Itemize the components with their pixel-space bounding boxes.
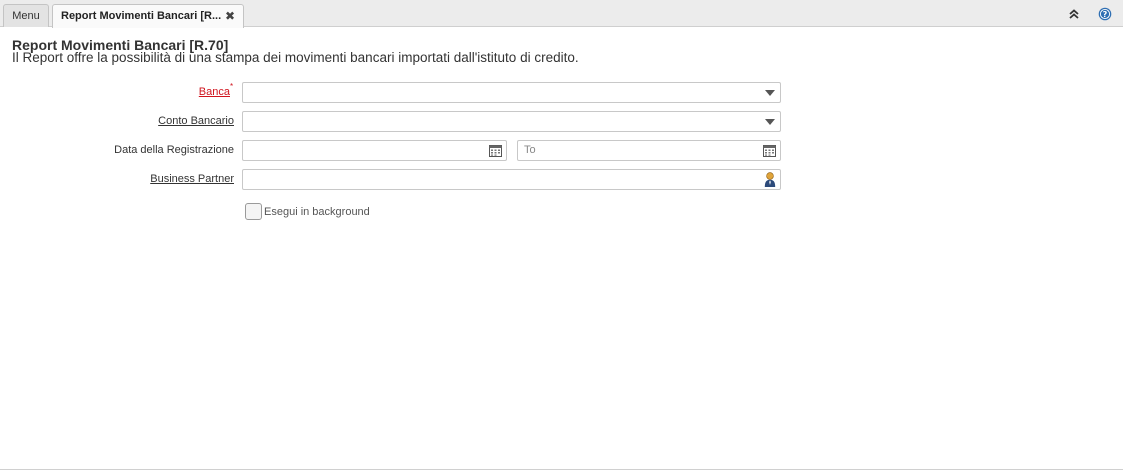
tab-menu[interactable]: Menu xyxy=(3,4,49,27)
tab-bar: Menu Report Movimenti Bancari [R... ✖ ? xyxy=(0,0,1123,28)
business-partner-field[interactable] xyxy=(242,169,781,190)
business-partner-label[interactable]: Business Partner xyxy=(150,173,234,185)
conto-bancario-label[interactable]: Conto Bancario xyxy=(158,115,234,127)
banca-field[interactable] xyxy=(242,82,781,103)
data-registrazione-label: Data della Registrazione xyxy=(114,144,234,156)
chevron-down-icon[interactable] xyxy=(759,112,780,131)
to-placeholder: To xyxy=(524,144,536,156)
chevron-down-icon[interactable] xyxy=(759,83,780,102)
tab-active-label: Report Movimenti Bancari [R... xyxy=(61,10,222,22)
required-marker: * xyxy=(230,82,234,91)
conto-bancario-field[interactable] xyxy=(242,111,781,132)
calendar-icon[interactable] xyxy=(759,141,780,160)
banca-label[interactable]: Banca xyxy=(199,86,230,98)
help-icon[interactable]: ? xyxy=(1098,7,1112,21)
double-chevron-up-icon[interactable] xyxy=(1067,7,1081,21)
background-checkbox[interactable] xyxy=(245,203,262,220)
tab-menu-label: Menu xyxy=(12,10,40,22)
close-icon[interactable]: ✖ xyxy=(225,5,235,27)
person-icon[interactable] xyxy=(759,170,780,189)
page-description: Il Report offre la possibilità di una st… xyxy=(12,50,579,65)
footer-divider xyxy=(0,469,1123,470)
svg-text:?: ? xyxy=(1103,10,1108,19)
background-checkbox-label: Esegui in background xyxy=(264,206,370,218)
data-registrazione-from-field[interactable] xyxy=(242,140,507,161)
tab-report-movimenti-bancari[interactable]: Report Movimenti Bancari [R... ✖ xyxy=(52,4,244,28)
calendar-icon[interactable] xyxy=(485,141,506,160)
data-registrazione-to-field[interactable]: To xyxy=(517,140,781,161)
